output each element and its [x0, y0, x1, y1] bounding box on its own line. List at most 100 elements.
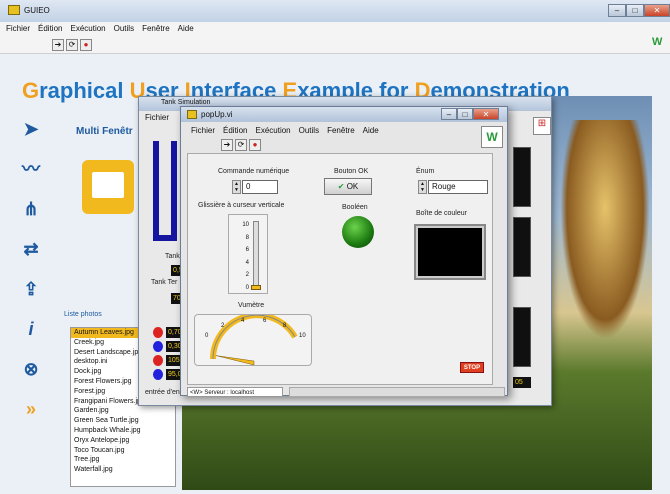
hierarchy-icon[interactable]: ⋔ [16, 194, 46, 224]
abort-icon[interactable]: ● [80, 39, 92, 51]
popup-maximize-button[interactable]: □ [457, 108, 473, 120]
side-navigation: ➤ 〰 ⋔ ⇄ ⇪ i ⊗ » [12, 114, 52, 494]
popup-menu-bar: Fichier Édition Exécution Outils Fenêtre… [185, 124, 379, 138]
enum-select[interactable]: Rouge [428, 180, 488, 194]
photo-list-item[interactable]: Tree.jpg [71, 455, 175, 465]
photo-list-item[interactable]: Toco Toucan.jpg [71, 446, 175, 456]
image-tile[interactable] [82, 160, 134, 214]
horizontal-scrollbar[interactable] [289, 387, 505, 397]
run-arrow-icon[interactable]: ➔ [52, 39, 64, 51]
slider-thumb[interactable] [251, 285, 261, 290]
enum-stepper[interactable]: ▲ ▼ [418, 180, 427, 194]
tank-label: Tank [165, 253, 180, 260]
popup-title: popUp.vi [201, 110, 233, 119]
vertical-slider[interactable]: 10 8 6 4 2 0 [228, 214, 268, 294]
chart-strip [513, 147, 531, 207]
check-icon: ✔ [337, 182, 345, 191]
maximize-button[interactable]: □ [626, 4, 644, 17]
run-continuous-icon[interactable]: ⟳ [235, 139, 247, 151]
gauge-tick: 4 [241, 318, 245, 324]
run-continuous-icon[interactable]: ⟳ [66, 39, 78, 51]
menu-aide[interactable]: Aide [178, 22, 194, 36]
title-bar: GUIEO – □ ✕ [0, 0, 670, 22]
color-box[interactable] [414, 224, 486, 280]
slider-tick: 10 [242, 222, 249, 228]
photo-list-item[interactable]: Green Sea Turtle.jpg [71, 416, 175, 426]
photo-list-label: Liste photos [64, 311, 102, 318]
blue-led [153, 341, 163, 352]
image-icon [92, 172, 124, 198]
gauge-tick: 0 [205, 333, 209, 339]
cmd-numeric-input[interactable]: 0 [242, 180, 278, 194]
chart-strip [513, 307, 531, 367]
ok-button[interactable]: ✔ OK [324, 178, 372, 195]
popup-window: popUp.vi – □ ✕ Fichier Édition Exécution… [180, 106, 508, 397]
window-controls: – □ ✕ [608, 4, 670, 17]
popup-menu-outils[interactable]: Outils [299, 124, 319, 138]
red-led [153, 355, 163, 366]
menu-fichier[interactable]: Fichier [6, 22, 30, 36]
popup-menu-fichier[interactable]: Fichier [191, 124, 215, 138]
slider-scale: 10 8 6 4 2 0 [233, 219, 249, 294]
upload-icon[interactable]: ⇪ [16, 274, 46, 304]
enum-label: Énum [416, 168, 435, 175]
tank-logo-icon: ⊞ [533, 117, 551, 135]
tank-menu-fichier[interactable]: Fichier [145, 113, 169, 122]
slider-tick: 4 [245, 259, 249, 266]
blue-led [153, 369, 163, 380]
popup-menu-fenetre[interactable]: Fenêtre [327, 124, 355, 138]
slider-track [253, 221, 259, 289]
gauge-arc [210, 312, 298, 360]
gauge-needle [215, 355, 255, 366]
menu-execution[interactable]: Exécution [70, 22, 105, 36]
chart-icon[interactable]: 〰 [16, 154, 46, 184]
popup-menu-aide[interactable]: Aide [363, 124, 379, 138]
window-title: GUIEO [24, 6, 50, 15]
red-led [153, 327, 163, 338]
menu-outils[interactable]: Outils [114, 22, 134, 36]
toolbar: ➔ ⟳ ● W [0, 36, 670, 54]
photo-list-item[interactable]: Waterfall.jpg [71, 465, 175, 475]
stop-button[interactable]: STOP [460, 362, 484, 373]
popup-close-button[interactable]: ✕ [473, 108, 499, 120]
photo-list-item[interactable]: Humpback Whale.jpg [71, 426, 175, 436]
popup-window-controls: – □ ✕ [441, 108, 499, 120]
photo-list-item[interactable]: Garden.jpg [71, 406, 175, 416]
run-arrow-icon[interactable]: ➔ [221, 139, 233, 151]
cmd-label: Commande numérique [218, 168, 290, 175]
front-panel: Commande numérique ▲ ▼ 0 Bouton OK ✔ OK É… [187, 153, 493, 385]
minimize-button[interactable]: – [608, 4, 626, 17]
main-window: GUIEO – □ ✕ Fichier Édition Exécution Ou… [0, 0, 670, 494]
ok-button-text: OK [346, 182, 359, 191]
gauge-tick: 2 [221, 323, 225, 329]
info-icon[interactable]: i [16, 314, 46, 344]
cmd-stepper[interactable]: ▲ ▼ [232, 180, 241, 194]
slider-tick: 2 [245, 272, 249, 278]
chart-strip [513, 217, 531, 277]
gauge-tick: 10 [299, 333, 306, 339]
gauge-label: Vumètre [238, 302, 265, 309]
popup-minimize-button[interactable]: – [441, 108, 457, 120]
photo-list-item[interactable]: Oryx Antelope.jpg [71, 436, 175, 446]
next-icon[interactable]: » [16, 394, 46, 424]
tank-indicators: 0,70 0,30 105, 95,0 [153, 327, 182, 380]
right-value: 05 [513, 377, 531, 388]
entry-label: entrée d'en [145, 389, 180, 396]
close-button[interactable]: ✕ [644, 4, 670, 17]
menu-fenetre[interactable]: Fenêtre [142, 22, 170, 36]
menu-edition[interactable]: Édition [38, 22, 62, 36]
swap-icon[interactable]: ⇄ [16, 234, 46, 264]
popup-toolbar: ➔ ⟳ ● [221, 139, 263, 151]
close-circle-icon[interactable]: ⊗ [16, 354, 46, 384]
popup-menu-execution[interactable]: Exécution [255, 124, 290, 138]
boolean-led[interactable] [342, 216, 374, 248]
slider-label: Glissière à curseur verticale [198, 202, 285, 209]
menu-bar: Fichier Édition Exécution Outils Fenêtre… [0, 22, 670, 36]
popup-menu-edition[interactable]: Édition [223, 124, 247, 138]
banner-segment: raphical [39, 78, 130, 103]
server-status: <W> Serveur : localhost [187, 387, 283, 397]
tank-temp-label: Tank Ter [151, 279, 178, 286]
send-icon[interactable]: ➤ [16, 114, 46, 144]
popup-app-icon [187, 110, 197, 119]
abort-icon[interactable]: ● [249, 139, 261, 151]
